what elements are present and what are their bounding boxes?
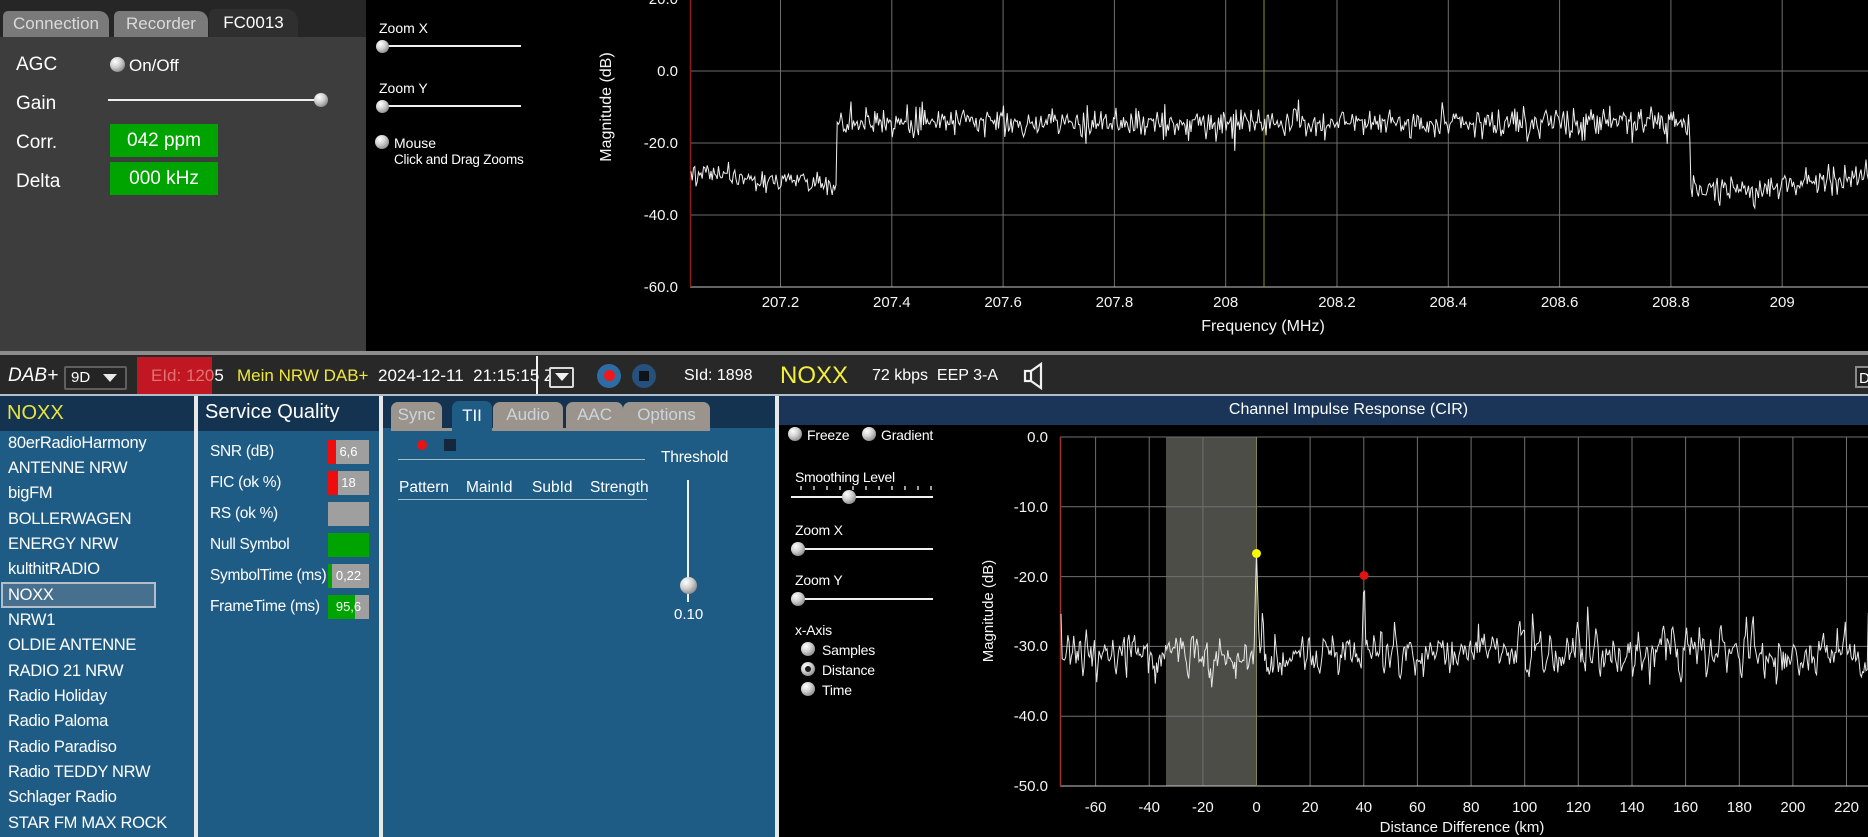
svg-text:209: 209 xyxy=(1770,294,1795,311)
svg-text:120: 120 xyxy=(1566,799,1591,816)
svg-text:Distance Difference (km): Distance Difference (km) xyxy=(1380,819,1545,836)
svg-text:60: 60 xyxy=(1409,799,1426,816)
svg-text:200: 200 xyxy=(1780,799,1805,816)
svg-text:160: 160 xyxy=(1673,799,1698,816)
svg-text:0.0: 0.0 xyxy=(657,63,678,80)
svg-text:-40.0: -40.0 xyxy=(1014,708,1048,725)
svg-text:Frequency (MHz): Frequency (MHz) xyxy=(1201,318,1325,335)
svg-text:208.6: 208.6 xyxy=(1541,294,1579,311)
svg-text:208.4: 208.4 xyxy=(1430,294,1468,311)
svg-text:-20.0: -20.0 xyxy=(644,135,678,152)
svg-text:-10.0: -10.0 xyxy=(1014,499,1048,516)
svg-text:40: 40 xyxy=(1355,799,1372,816)
svg-text:-40.0: -40.0 xyxy=(644,207,678,224)
svg-text:207.2: 207.2 xyxy=(762,294,800,311)
svg-text:0.0: 0.0 xyxy=(1027,429,1048,446)
svg-text:Magnitude (dB): Magnitude (dB) xyxy=(980,560,997,663)
svg-text:-30.0: -30.0 xyxy=(1014,638,1048,655)
svg-text:-40: -40 xyxy=(1138,799,1160,816)
svg-text:207.8: 207.8 xyxy=(1096,294,1134,311)
svg-text:208.2: 208.2 xyxy=(1318,294,1356,311)
svg-text:-20.0: -20.0 xyxy=(1014,569,1048,586)
svg-text:220: 220 xyxy=(1834,799,1859,816)
svg-text:-50.0: -50.0 xyxy=(1014,778,1048,795)
svg-text:180: 180 xyxy=(1727,799,1752,816)
svg-text:-60.0: -60.0 xyxy=(644,279,678,296)
svg-text:207.4: 207.4 xyxy=(873,294,911,311)
svg-text:Magnitude (dB): Magnitude (dB) xyxy=(598,52,615,161)
svg-text:80: 80 xyxy=(1463,799,1480,816)
svg-text:20.0: 20.0 xyxy=(649,0,678,8)
svg-text:-20: -20 xyxy=(1192,799,1214,816)
svg-text:0: 0 xyxy=(1252,799,1260,816)
svg-text:100: 100 xyxy=(1512,799,1537,816)
svg-text:20: 20 xyxy=(1302,799,1319,816)
svg-text:208: 208 xyxy=(1213,294,1238,311)
svg-text:140: 140 xyxy=(1619,799,1644,816)
svg-text:207.6: 207.6 xyxy=(984,294,1022,311)
svg-text:-60: -60 xyxy=(1085,799,1107,816)
svg-text:208.8: 208.8 xyxy=(1652,294,1690,311)
